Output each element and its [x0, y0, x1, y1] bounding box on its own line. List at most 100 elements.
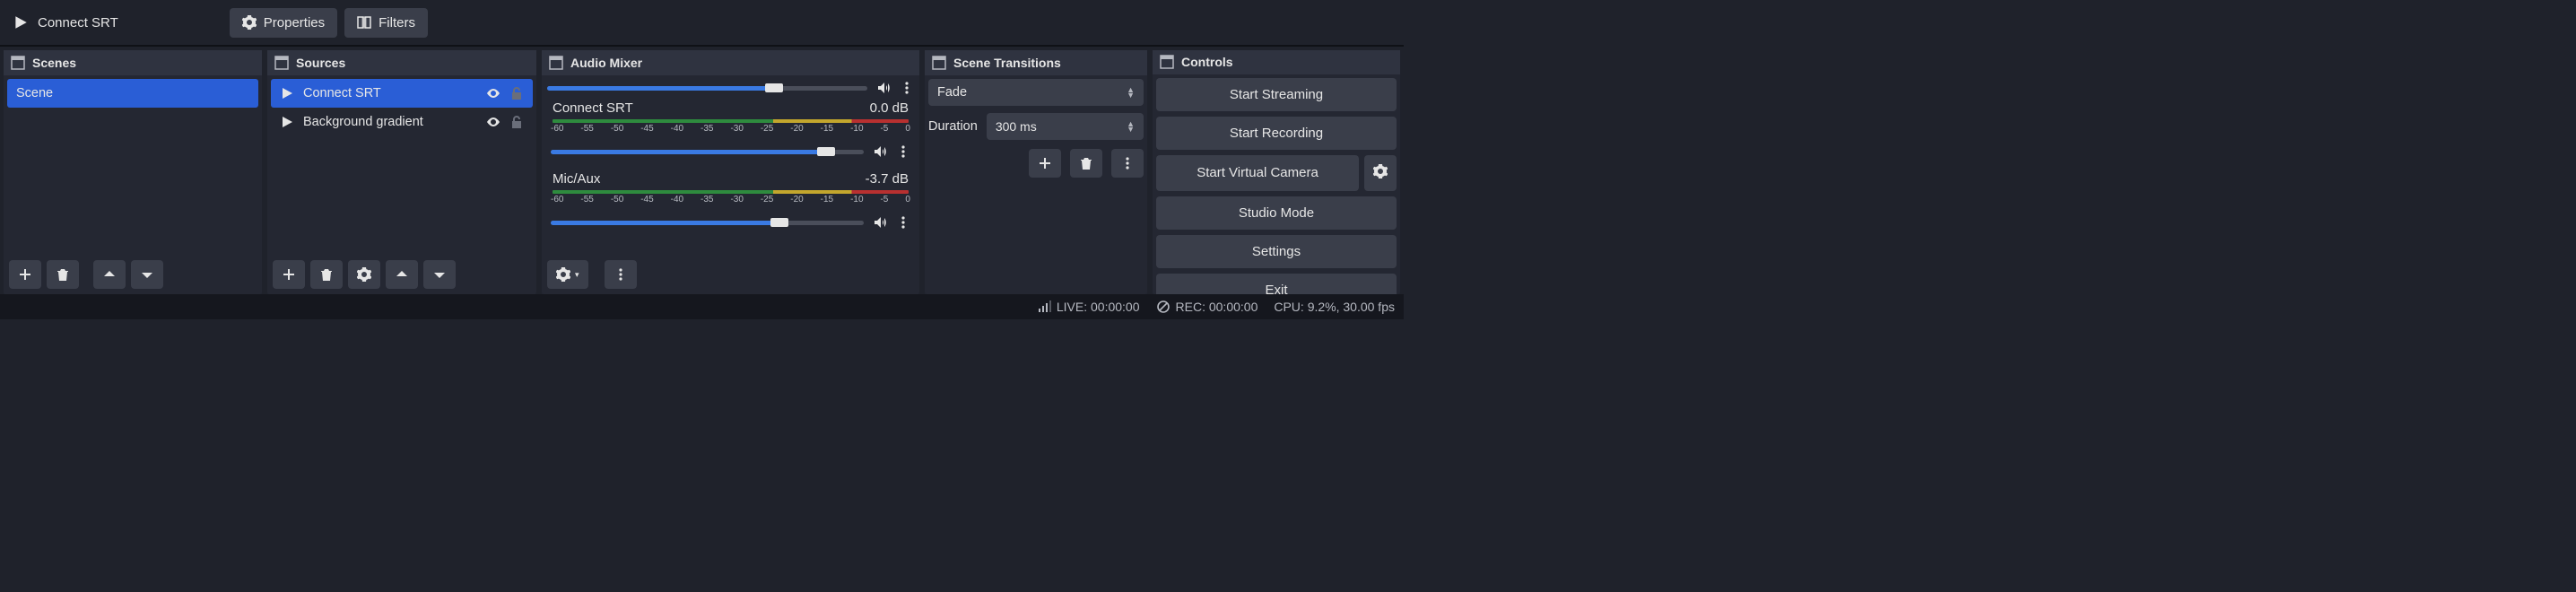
dots-icon[interactable] — [900, 81, 914, 95]
eye-icon[interactable] — [486, 86, 500, 100]
status-bar: LIVE: 00:00:00 REC: 00:00:00 CPU: 9.2%, … — [0, 294, 1404, 319]
lock-icon[interactable] — [509, 86, 524, 100]
gear-icon — [242, 15, 257, 30]
signal-icon — [1037, 300, 1051, 314]
chevron-up-icon — [395, 267, 409, 282]
start-virtual-camera-button[interactable]: Start Virtual Camera — [1156, 155, 1359, 191]
sources-title: Sources — [296, 56, 345, 70]
transition-add-button[interactable] — [1029, 149, 1061, 178]
dock-icon — [549, 56, 563, 70]
scenes-header[interactable]: Scenes — [4, 50, 262, 75]
transition-menu-button[interactable] — [1111, 149, 1144, 178]
dots-icon[interactable] — [896, 144, 910, 159]
no-record-icon — [1156, 300, 1171, 314]
up-down-icon: ▲▼ — [1127, 87, 1135, 98]
controls-header[interactable]: Controls — [1153, 50, 1400, 74]
exit-button[interactable]: Exit — [1156, 274, 1397, 294]
chevron-down-icon — [432, 267, 447, 282]
filters-label: Filters — [379, 15, 415, 30]
scenes-title: Scenes — [32, 56, 76, 70]
source-item[interactable]: Background gradient — [271, 108, 533, 136]
trash-icon — [319, 267, 334, 282]
duration-input[interactable]: 300 ms ▲▼ — [987, 113, 1144, 140]
level-meter — [553, 119, 909, 123]
status-rec: REC: 00:00:00 — [1156, 300, 1258, 314]
play-icon — [280, 115, 294, 129]
plus-icon — [282, 267, 296, 282]
dots-icon[interactable] — [896, 215, 910, 230]
source-remove-button[interactable] — [310, 260, 343, 289]
scene-item[interactable]: Scene — [7, 79, 258, 108]
properties-label: Properties — [264, 15, 325, 30]
up-down-icon: ▲▼ — [1127, 121, 1135, 132]
transition-select[interactable]: Fade ▲▼ — [928, 79, 1144, 106]
source-move-down-button[interactable] — [423, 260, 456, 289]
scene-move-up-button[interactable] — [93, 260, 126, 289]
mixer-channel: Connect SRT 0.0 dB -60-55-50-45-40-35-30… — [545, 97, 916, 168]
trash-icon — [56, 267, 70, 282]
source-item-label: Background gradient — [303, 115, 477, 129]
volume-slider[interactable] — [551, 150, 864, 154]
scenes-toolbar — [4, 255, 262, 294]
transition-selected-label: Fade — [937, 85, 967, 100]
dock-icon — [11, 56, 25, 70]
level-meter — [553, 190, 909, 194]
status-cpu-text: CPU: 9.2%, 30.00 fps — [1274, 300, 1395, 314]
source-add-button[interactable] — [273, 260, 305, 289]
mixer-settings-button[interactable]: ▾ — [547, 260, 588, 289]
source-properties-button[interactable] — [348, 260, 380, 289]
gear-icon — [556, 267, 570, 282]
volume-slider[interactable] — [551, 221, 864, 225]
transition-remove-button[interactable] — [1070, 149, 1102, 178]
source-item-label: Connect SRT — [303, 86, 477, 100]
scene-remove-button[interactable] — [47, 260, 79, 289]
gear-icon — [1373, 164, 1388, 178]
mixer-header[interactable]: Audio Mixer — [542, 50, 919, 75]
play-icon — [280, 86, 294, 100]
mixer-menu-button[interactable] — [605, 260, 637, 289]
sources-header[interactable]: Sources — [267, 50, 536, 75]
mixer-channel: Mic/Aux -3.7 dB -60-55-50-45-40-35-30-25… — [545, 168, 916, 239]
source-item[interactable]: Connect SRT — [271, 79, 533, 108]
filters-icon — [357, 15, 371, 30]
dock-icon — [1160, 55, 1174, 69]
dock-icon — [932, 56, 946, 70]
lock-icon[interactable] — [509, 115, 524, 129]
dots-icon — [614, 267, 628, 282]
dots-icon — [1120, 156, 1135, 170]
meter-ticks: -60-55-50-45-40-35-30-25-20-15-10-50 — [549, 123, 912, 134]
plus-icon — [1038, 156, 1052, 170]
volume-slider[interactable] — [547, 86, 867, 91]
sources-toolbar — [267, 255, 536, 294]
audio-mixer-panel: Audio Mixer Connect SRT 0.0 dB — [542, 50, 919, 294]
play-icon — [13, 14, 29, 30]
topbar: Connect SRT Properties Filters — [0, 0, 1404, 47]
start-recording-button[interactable]: Start Recording — [1156, 117, 1397, 150]
source-move-up-button[interactable] — [386, 260, 418, 289]
gear-icon — [357, 267, 371, 282]
filters-button[interactable]: Filters — [344, 8, 428, 38]
duration-label: Duration — [928, 119, 978, 134]
settings-button[interactable]: Settings — [1156, 235, 1397, 268]
status-live-text: LIVE: 00:00:00 — [1057, 300, 1140, 314]
mixer-body: Connect SRT 0.0 dB -60-55-50-45-40-35-30… — [542, 75, 919, 255]
transitions-panel: Scene Transitions Fade ▲▼ Duration 300 m… — [925, 50, 1147, 294]
eye-icon[interactable] — [486, 115, 500, 129]
start-streaming-button[interactable]: Start Streaming — [1156, 78, 1397, 111]
virtual-camera-settings-button[interactable] — [1364, 155, 1397, 191]
status-cpu: CPU: 9.2%, 30.00 fps — [1274, 300, 1395, 314]
controls-panel: Controls Start Streaming Start Recording… — [1153, 50, 1400, 294]
plus-icon — [18, 267, 32, 282]
duration-value: 300 ms — [996, 119, 1037, 134]
volume-icon[interactable] — [873, 144, 887, 159]
scene-add-button[interactable] — [9, 260, 41, 289]
properties-button[interactable]: Properties — [230, 8, 337, 38]
channel-db: 0.0 dB — [870, 100, 909, 116]
dock-icon — [274, 56, 289, 70]
transitions-header[interactable]: Scene Transitions — [925, 50, 1147, 75]
volume-icon[interactable] — [873, 215, 887, 230]
scene-move-down-button[interactable] — [131, 260, 163, 289]
studio-mode-button[interactable]: Studio Mode — [1156, 196, 1397, 230]
transitions-title: Scene Transitions — [953, 56, 1061, 70]
volume-icon[interactable] — [876, 81, 891, 95]
